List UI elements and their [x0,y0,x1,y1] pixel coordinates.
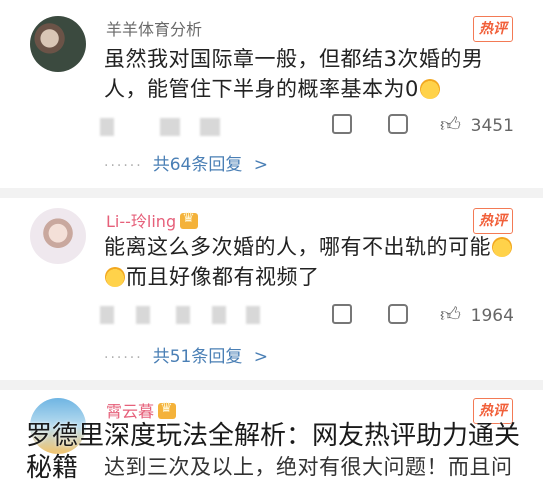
comment-username[interactable]: Li--玲ling [106,208,199,232]
like-count: 1964 [470,306,514,326]
blurred-block [200,118,220,136]
avatar[interactable] [30,208,86,264]
comment-item: 羊羊体育分析 热评 虽然我对国际章一般，但都结3次婚的男人，能管住下半身的概率基… [0,0,543,190]
comment-text: 虽然我对国际章一般，但都结3次婚的男人，能管住下半身的概率基本为0 [104,44,524,104]
hot-comment-badge: 热评 [473,208,513,234]
comment-username[interactable]: 羊羊体育分析 [106,16,202,40]
vip-crown-icon [180,210,199,229]
like-count: 3451 [470,116,514,136]
comment-divider [0,380,543,390]
laugh-emoji-icon [105,267,125,287]
hot-comment-badge: 热评 [473,16,513,42]
comment-text-line: 能离这么多次婚的人，哪有不出轨的可能 [104,232,524,262]
comment-text-body: 能离这么多次婚的人，哪有不出轨的可能 [104,235,491,259]
view-replies-link[interactable]: ······ 共64条回复 > [104,150,268,175]
laugh-emoji-icon [419,79,440,99]
comment-icon [388,114,408,134]
share-icon [332,114,352,134]
blurred-block [176,306,190,324]
username-text: Li--玲ling [106,212,177,231]
blurred-block [246,306,260,324]
reply-count: 共64条回复 [152,155,243,175]
laugh-emoji-icon [492,237,512,257]
comment-text-line: 而且好像都有视频了 [104,262,524,292]
chevron-right-icon: > [253,155,268,175]
comment-username[interactable]: 霄云暮 [106,398,177,422]
like-icon: 👍︎ [440,302,461,326]
like-button[interactable]: 👍︎ 1964 [440,302,514,327]
share-button[interactable] [332,114,352,139]
blurred-block [136,306,150,324]
username-text: 霄云暮 [106,402,155,421]
share-button[interactable] [332,304,352,329]
blurred-block [160,118,180,136]
reply-count: 共51条回复 [152,347,243,367]
like-button[interactable]: 👍︎ 3451 [440,112,514,137]
comment-text: 能离这么多次婚的人，哪有不出轨的可能 而且好像都有视频了 [104,232,524,292]
comment-button[interactable] [388,114,408,139]
blurred-time [100,306,114,324]
blurred-block [212,306,226,324]
reply-dots: ······ [104,350,143,366]
like-icon: 👍︎ [440,112,461,136]
view-replies-link[interactable]: ······ 共51条回复 > [104,342,268,367]
comment-item: Li--玲ling 热评 能离这么多次婚的人，哪有不出轨的可能 而且好像都有视频… [0,198,543,380]
comment-icon [388,304,408,324]
comment-divider [0,188,543,198]
vip-crown-icon [158,400,177,419]
chevron-right-icon: > [253,347,268,367]
overlay-caption: 罗德里深度玩法全解析：网友热评助力通关秘籍 [26,421,521,483]
avatar[interactable] [30,16,86,72]
share-icon [332,304,352,324]
reply-dots: ······ [104,158,143,174]
comment-button[interactable] [388,304,408,329]
comment-text-body: 而且好像都有视频了 [126,265,320,289]
blurred-time [100,118,114,136]
